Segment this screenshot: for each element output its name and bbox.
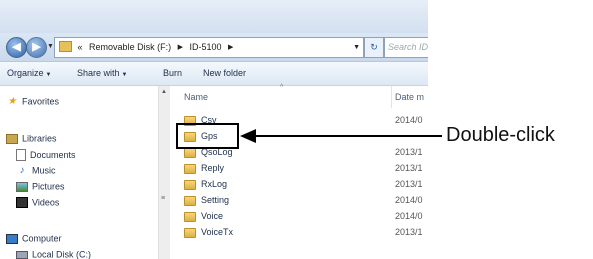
callout-label: Double-click: [446, 124, 555, 146]
